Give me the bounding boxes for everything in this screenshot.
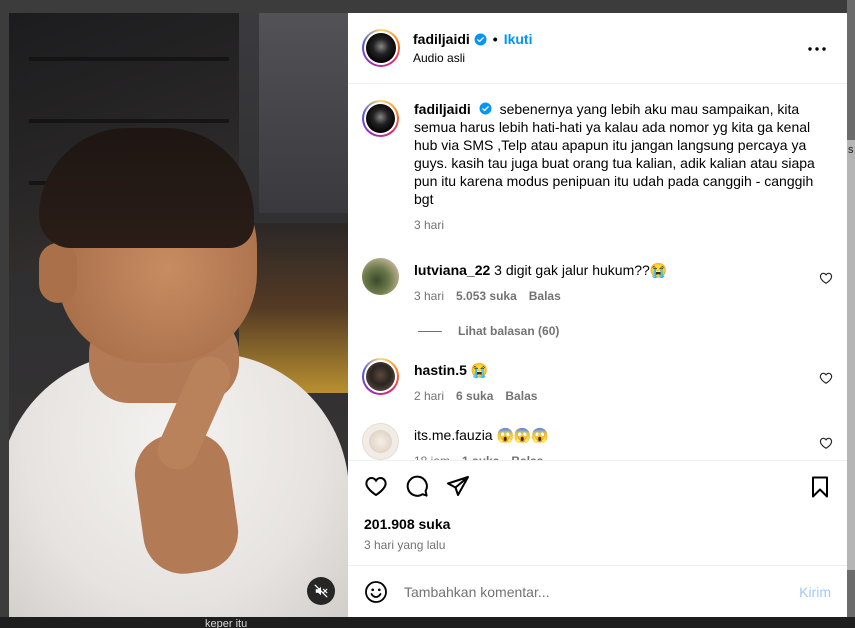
comments-list[interactable]: fadiljaidi sebenernya yang lebih aku mau… [348, 84, 847, 460]
reply-button[interactable]: Balas [511, 452, 543, 460]
commenter-avatar[interactable] [362, 258, 399, 295]
heart-icon[interactable] [819, 271, 833, 285]
view-replies-button[interactable]: Lihat balasan (60) [418, 324, 833, 338]
share-icon[interactable] [446, 474, 470, 498]
author-avatar[interactable] [362, 100, 399, 137]
post-details-panel: fadiljaidi • Ikuti Audio asli fadiljaidi… [348, 13, 847, 617]
commenter-avatar[interactable] [362, 358, 399, 395]
post-date: 3 hari yang lalu [364, 538, 446, 552]
comment-icon[interactable] [405, 474, 429, 498]
background-bottom-strip [0, 617, 855, 628]
comment-likes[interactable]: 1 suka [462, 452, 499, 460]
comment-text: 😭 [470, 362, 489, 378]
more-options-button[interactable] [805, 37, 829, 61]
background-caption-fragment: keper itu [205, 618, 248, 628]
comment-item: lutviana_22 3 digit gak jalur hukum??😭 3… [362, 258, 833, 305]
heart-icon[interactable] [819, 436, 833, 450]
post-comment-button[interactable]: Kirim [799, 584, 831, 600]
more-options-icon [808, 47, 826, 51]
emoji-icon[interactable] [364, 580, 388, 604]
bookmark-icon[interactable] [808, 475, 832, 499]
comment-item: hastin.5 😭 2 hari 6 suka Balas [362, 358, 833, 405]
author-avatar[interactable] [362, 29, 400, 67]
post-actions-bar [348, 460, 847, 511]
comment-username[interactable]: lutviana_22 [414, 262, 490, 278]
comment-input[interactable] [404, 583, 800, 600]
reel-video[interactable] [9, 13, 348, 617]
caption-time: 3 hari [414, 218, 445, 232]
comment-likes[interactable]: 6 suka [456, 387, 493, 405]
comment-likes[interactable]: 5.053 suka [456, 287, 517, 305]
comment-username[interactable]: hastin.5 [414, 362, 467, 378]
post-caption: fadiljaidi sebenernya yang lebih aku mau… [362, 100, 833, 234]
view-replies-label: Lihat balasan (60) [458, 324, 560, 338]
caption-username[interactable]: fadiljaidi [414, 101, 471, 117]
mute-button[interactable] [307, 577, 335, 605]
background-page-edge-panel [847, 140, 855, 570]
commenter-avatar[interactable] [362, 423, 399, 460]
verified-badge-icon [474, 33, 487, 45]
audio-link[interactable]: Audio asli [413, 51, 532, 65]
comment-time: 3 hari [414, 289, 445, 303]
background-text-fragment: s [848, 144, 854, 156]
follow-button[interactable]: Ikuti [504, 31, 533, 47]
separator-dot: • [492, 31, 498, 47]
like-heart-icon[interactable] [364, 474, 388, 498]
post-modal: fadiljaidi • Ikuti Audio asli fadiljaidi… [9, 13, 847, 617]
reply-button[interactable]: Balas [505, 387, 537, 405]
video-wall [259, 13, 348, 213]
likes-count[interactable]: 201.908 suka [348, 511, 847, 532]
verified-badge-icon [479, 102, 492, 115]
comment-time: 2 hari [414, 389, 445, 403]
comment-text: 😱😱😱 [496, 427, 549, 443]
video-person-ear [39, 243, 77, 303]
author-username[interactable]: fadiljaidi [413, 31, 470, 47]
add-comment-bar: Kirim [348, 565, 847, 617]
comment-item: its.me.fauzia 😱😱😱 18 jam 1 suka Balas [362, 423, 833, 460]
reply-button[interactable]: Balas [529, 287, 561, 305]
caption-text: sebenernya yang lebih aku mau sampaikan,… [414, 101, 815, 207]
mute-icon [314, 584, 328, 598]
heart-icon[interactable] [819, 371, 833, 385]
comment-username[interactable]: its.me.fauzia [414, 427, 493, 443]
post-header: fadiljaidi • Ikuti Audio asli [348, 13, 847, 84]
comment-time: 18 jam [414, 452, 450, 460]
comment-text: 3 digit gak jalur hukum??😭 [494, 262, 668, 278]
